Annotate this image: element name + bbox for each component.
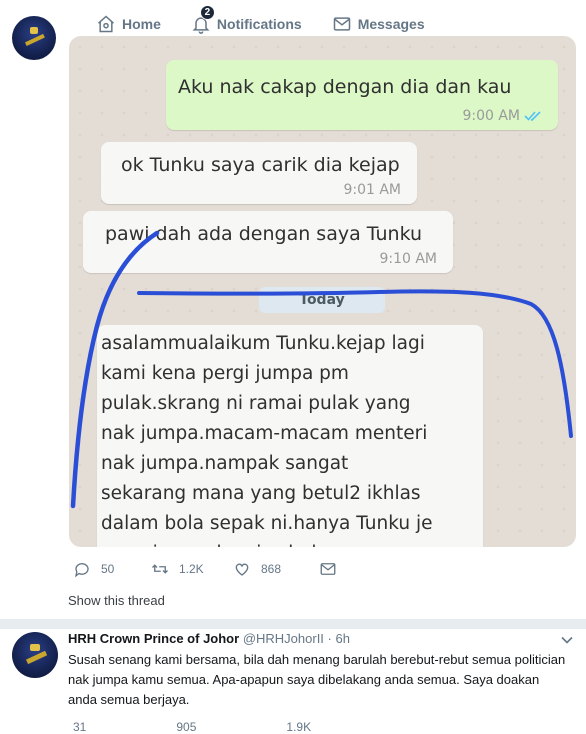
- reply-icon: [74, 563, 89, 578]
- crest-shape: [30, 643, 40, 652]
- crest-shape: [29, 27, 39, 35]
- chat-message-time: 9:01 AM: [343, 182, 401, 198]
- chat-time-label: 9:00 AM: [462, 108, 520, 124]
- like-button[interactable]: 868: [233, 560, 319, 578]
- reply-button[interactable]: 50: [73, 560, 151, 578]
- chat-message-line: sekarang mana yang betul2 ikhlas: [101, 483, 421, 504]
- chevron-down-icon[interactable]: [560, 633, 574, 647]
- avatar[interactable]: [12, 16, 56, 60]
- notification-badge: 2: [199, 5, 215, 20]
- chat-message-line: nak jumpa.nampak sangat: [101, 453, 349, 474]
- nav-home[interactable]: Home: [96, 14, 161, 34]
- nav-notifications[interactable]: 2 Notifications: [191, 5, 302, 34]
- show-thread-link[interactable]: Show this thread: [68, 593, 165, 608]
- chat-message-text: ok Tunku saya carik dia kejap: [121, 154, 400, 176]
- double-check-icon: [524, 111, 541, 121]
- retweet-button[interactable]: 1.2K: [151, 560, 233, 578]
- reply-count: 50: [101, 562, 115, 576]
- tweet-text: Susah senang kami bersama, bila dah mena…: [68, 652, 566, 707]
- chat-message-line: nak jumpa.macam-macam menteri: [101, 423, 428, 444]
- like-count[interactable]: 1.9K: [286, 720, 311, 734]
- chat-message-time: 9:00 AM: [462, 108, 542, 124]
- chat-message-text: Aku nak cakap dengan dia dan kau: [178, 76, 512, 98]
- chat-message-line: dalam bola sepak ni.hanya Tunku je: [101, 513, 433, 534]
- chat-message-text: pawi dah ada dengan saya Tunku: [105, 223, 423, 245]
- like-count: 868: [261, 562, 282, 576]
- reply-count[interactable]: 31: [73, 720, 86, 734]
- tweet-media-image[interactable]: Aku nak cakap dengan dia dan kau 9:00 AM…: [69, 36, 576, 547]
- chat-message-line: asalammualaikum Tunku.kejap lagi: [101, 333, 425, 354]
- retweet-icon: [152, 564, 168, 574]
- chat-bubble-incoming-long: asalammualaikum Tunku.kejap lagi kami ke…: [97, 325, 483, 547]
- tweet-timestamp[interactable]: · 6h: [328, 631, 350, 646]
- chat-message-line: pulak.skrang ni ramai pulak yang: [101, 393, 411, 414]
- sash-shape: [25, 650, 47, 664]
- chat-bubble-outgoing: Aku nak cakap dengan dia dan kau 9:00 AM: [166, 60, 558, 130]
- retweet-count: 1.2K: [179, 562, 204, 576]
- heart-icon: [235, 563, 249, 576]
- tweet-actions: 50 1.2K 868: [73, 560, 337, 578]
- sash-shape: [25, 34, 45, 47]
- nav-notifications-label: Notifications: [216, 16, 302, 32]
- chat-date-divider: Today: [259, 287, 385, 313]
- avatar[interactable]: [12, 632, 58, 678]
- chat-message-time: 9:10 AM: [379, 251, 437, 267]
- chat-bubble-incoming: ok Tunku saya carik dia kejap 9:01 AM: [101, 142, 417, 204]
- chat-message-line: yang jumpa kami sebelum game: [101, 539, 473, 547]
- direct-message-button[interactable]: [319, 560, 337, 578]
- tweet-header: HRH Crown Prince of Johor @HRHJohorII · …: [68, 631, 350, 646]
- tweet-actions: 31 905 1.9K: [73, 720, 311, 734]
- nav-home-label: Home: [122, 16, 161, 32]
- retweet-count[interactable]: 905: [176, 720, 196, 734]
- author-name[interactable]: HRH Crown Prince of Johor: [68, 631, 239, 646]
- envelope-icon: [320, 563, 336, 575]
- tweet-divider: [0, 619, 586, 629]
- chat-bubble-incoming: pawi dah ada dengan saya Tunku 9:10 AM: [83, 211, 453, 273]
- home-icon: [98, 15, 114, 33]
- chat-message-line: kami kena pergi jumpa pm: [101, 363, 349, 384]
- nav-messages[interactable]: Messages: [332, 14, 425, 34]
- nav-messages-label: Messages: [357, 16, 425, 32]
- envelope-icon: [333, 17, 350, 31]
- author-handle[interactable]: @HRHJohorII: [243, 631, 324, 646]
